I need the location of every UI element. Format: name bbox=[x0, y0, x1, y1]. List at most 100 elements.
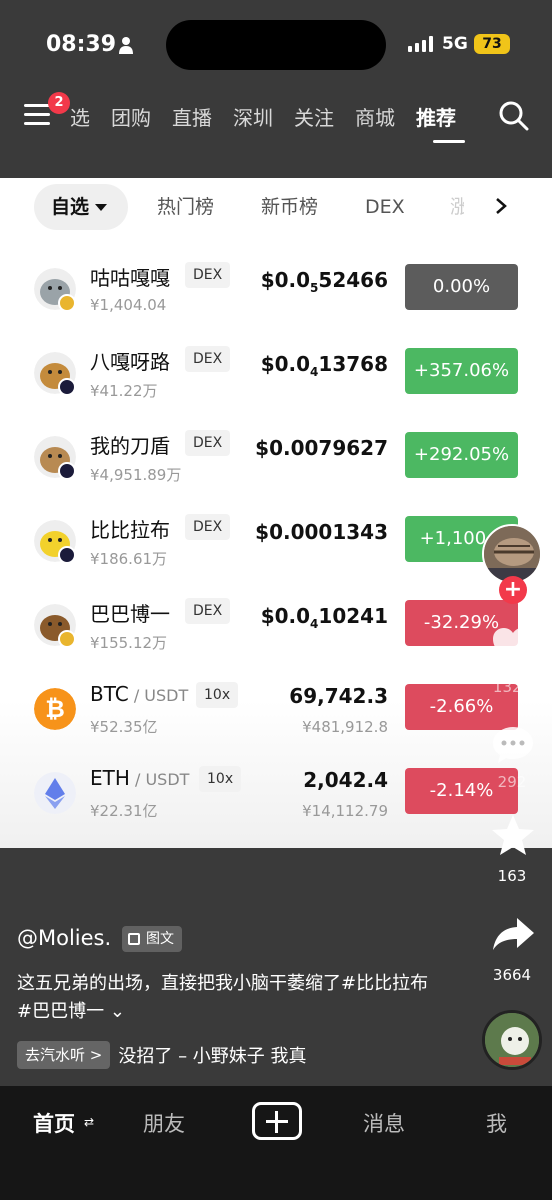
tab-mall[interactable]: 商城 bbox=[355, 102, 395, 131]
signal-icon bbox=[408, 36, 433, 52]
market-cap: ¥41.22万 bbox=[90, 382, 158, 400]
heart-icon[interactable] bbox=[490, 624, 536, 670]
refresh-icon[interactable]: ⇄ bbox=[84, 1115, 94, 1129]
coin-name: ETH / USDT bbox=[90, 766, 190, 790]
follow-button[interactable]: + bbox=[499, 576, 527, 604]
nav-messages[interactable]: 消息 bbox=[363, 1108, 405, 1138]
notification-badge: 2 bbox=[48, 92, 70, 114]
change-badge[interactable]: 0.00% bbox=[405, 264, 518, 310]
top-tabs: 选 团购 直播 深圳 关注 商城 推荐 bbox=[70, 102, 477, 131]
coin-row[interactable]: 八嘎呀路 DEX ¥41.22万 $0.0413768 +357.06% bbox=[0, 334, 552, 418]
tab-live[interactable]: 直播 bbox=[172, 102, 212, 131]
search-icon[interactable] bbox=[498, 100, 530, 132]
dex-tag: DEX bbox=[185, 430, 231, 456]
change-badge[interactable]: +357.06% bbox=[405, 348, 518, 394]
coin-row[interactable]: ETH / USDT 10x ¥22.31亿 2,042.4 ¥14,112.79 -2.… bbox=[0, 754, 552, 838]
quote-pair: / USDT bbox=[129, 770, 190, 789]
bitcoin-icon: ₿ bbox=[34, 688, 76, 730]
create-post-button[interactable] bbox=[252, 1102, 302, 1140]
tab-recommend[interactable]: 推荐 bbox=[416, 102, 456, 131]
creator-avatar[interactable] bbox=[482, 524, 542, 584]
coin-name: 咕咕嘎嘎 bbox=[90, 266, 170, 290]
tab-following[interactable]: 关注 bbox=[294, 102, 334, 131]
tab-group-buy[interactable]: 团购 bbox=[111, 102, 151, 131]
chain-badge-icon bbox=[58, 546, 76, 564]
dex-tag: DEX bbox=[185, 262, 231, 288]
bottom-nav: 首页 ⇄ 朋友 消息 我 bbox=[0, 1086, 552, 1200]
dex-tag: DEX bbox=[185, 346, 231, 372]
caret-down-icon bbox=[95, 204, 108, 211]
chevron-right-icon[interactable] bbox=[494, 196, 508, 216]
tab-shenzhen[interactable]: 深圳 bbox=[233, 102, 273, 131]
comment-icon[interactable] bbox=[490, 722, 536, 768]
price-cny: ¥481,912.8 bbox=[302, 718, 388, 736]
filter-new[interactable]: 新币榜 bbox=[261, 184, 318, 230]
market-card: 自选 热门榜 新币榜 DEX 涨 咕咕嘎嘎 DEX ¥1,404.04 $0.0552… bbox=[0, 178, 552, 848]
chain-badge-icon bbox=[58, 378, 76, 396]
quote-pair: / USDT bbox=[128, 686, 189, 705]
coin-row[interactable]: 我的刀盾 DEX ¥4,951.89万 $0.0079627 +292.05% bbox=[0, 418, 552, 502]
menu-icon[interactable] bbox=[24, 104, 50, 128]
price: $0.0413768 bbox=[260, 352, 388, 379]
share-count: 3664 bbox=[492, 966, 532, 984]
leverage-tag: 10x bbox=[199, 766, 242, 792]
dynamic-island bbox=[166, 20, 386, 70]
music-row[interactable]: 去汽水听 > 没招了 – 小野妹子 我真 bbox=[17, 1041, 307, 1069]
star-icon[interactable] bbox=[490, 812, 536, 858]
filter-gainers[interactable]: 涨 bbox=[450, 184, 464, 230]
coin-name: BTC / USDT bbox=[90, 682, 189, 706]
like-count: 1323 bbox=[492, 678, 532, 696]
dex-tag: DEX bbox=[185, 514, 231, 540]
nav-home[interactable]: 首页 bbox=[33, 1108, 75, 1138]
post-caption[interactable]: 这五兄弟的出场，直接把我小脑干萎缩了#比比拉布 #巴巴博一 ⌄ bbox=[17, 970, 437, 1026]
filter-hot[interactable]: 热门榜 bbox=[157, 184, 214, 230]
chain-badge-icon bbox=[58, 294, 76, 312]
dex-tag: DEX bbox=[185, 598, 231, 624]
coin-name: 八嘎呀路 bbox=[90, 350, 170, 374]
price: $0.0552466 bbox=[260, 268, 388, 295]
tab-partial[interactable]: 选 bbox=[70, 102, 90, 131]
filter-watchlist[interactable]: 自选 bbox=[34, 184, 128, 230]
price: $0.0079627 bbox=[255, 436, 388, 460]
market-cap: ¥186.61万 bbox=[90, 550, 168, 568]
battery-icon: 73 bbox=[474, 34, 510, 54]
author-handle[interactable]: @Molies. bbox=[17, 926, 111, 950]
chevron-down-icon[interactable]: ⌄ bbox=[104, 1001, 125, 1022]
coin-row[interactable]: ₿ BTC / USDT 10x ¥52.35亿 69,742.3 ¥481,912.8-… bbox=[0, 670, 552, 754]
ethereum-icon bbox=[34, 772, 76, 814]
status-time: 08:39 bbox=[46, 32, 117, 57]
price-cny: ¥14,112.79 bbox=[302, 802, 388, 820]
leverage-tag: 10x bbox=[196, 682, 239, 708]
chain-badge-icon bbox=[58, 462, 76, 480]
market-cap: ¥52.35亿 bbox=[90, 718, 158, 736]
network-type: 5G bbox=[442, 34, 468, 54]
market-cap: ¥1,404.04 bbox=[90, 296, 167, 314]
nav-friends[interactable]: 朋友 bbox=[143, 1108, 185, 1138]
price: 69,742.3 bbox=[289, 684, 388, 708]
open-in-qishui-button[interactable]: 去汽水听 > bbox=[17, 1041, 111, 1069]
change-badge[interactable]: +292.05% bbox=[405, 432, 518, 478]
music-title: 没招了 – 小野妹子 我真 bbox=[118, 1046, 307, 1067]
person-icon bbox=[119, 37, 133, 54]
coin-row[interactable]: 比比拉布 DEX ¥186.61万 $0.0001343 +1,100.6 bbox=[0, 502, 552, 586]
share-icon[interactable] bbox=[490, 912, 536, 958]
nav-me[interactable]: 我 bbox=[486, 1108, 507, 1138]
market-cap: ¥155.12万 bbox=[90, 634, 168, 652]
coin-name: 我的刀盾 bbox=[90, 434, 170, 458]
price: $0.0001343 bbox=[255, 520, 388, 544]
music-disc[interactable] bbox=[482, 1010, 542, 1070]
coin-row[interactable]: 咕咕嘎嘎 DEX ¥1,404.04 $0.0552466 0.00% bbox=[0, 250, 552, 334]
active-tab-indicator bbox=[433, 140, 465, 143]
image-post-icon bbox=[128, 933, 140, 945]
market-cap: ¥4,951.89万 bbox=[90, 466, 182, 484]
coin-row[interactable]: 巴巴博一 DEX ¥155.12万 $0.0410241 -32.29% bbox=[0, 586, 552, 670]
chain-badge-icon bbox=[58, 630, 76, 648]
status-bar: 08:39 5G 73 bbox=[0, 0, 552, 90]
coin-name: 巴巴博一 bbox=[90, 602, 170, 626]
comment-count: 292 bbox=[497, 773, 527, 791]
filter-row: 自选 热门榜 新币榜 DEX 涨 bbox=[0, 184, 552, 230]
filter-dex[interactable]: DEX bbox=[365, 184, 405, 230]
price: 2,042.4 bbox=[303, 768, 388, 792]
coin-name: 比比拉布 bbox=[90, 518, 170, 542]
post-type-tag: 图文 bbox=[122, 926, 182, 952]
